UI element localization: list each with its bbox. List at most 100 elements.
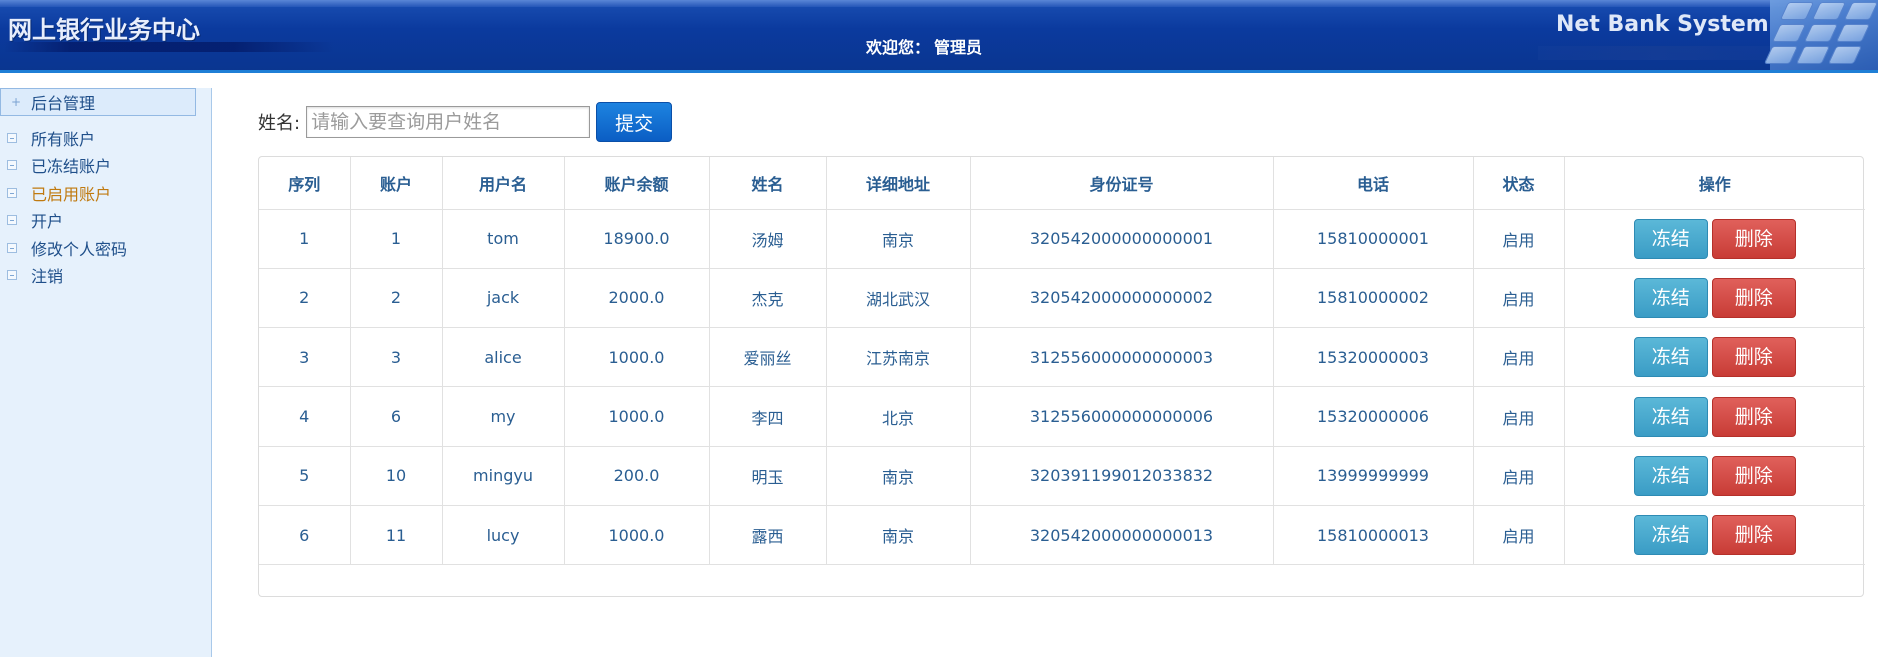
brand-name: Net Bank System xyxy=(1556,12,1769,37)
sidebar-section-title: 后台管理 xyxy=(31,94,96,113)
table-row: 1 1 tom 18900.0 汤姆 南京 320542000000000001… xyxy=(259,209,1865,269)
sidebar-item-enabled-accounts[interactable]: 已启用账户 xyxy=(0,179,212,207)
cell-username: lucy xyxy=(442,505,565,566)
cell-seq: 5 xyxy=(259,446,351,506)
freeze-button[interactable]: 冻结 xyxy=(1633,455,1708,496)
cell-id-number: 320542000000000013 xyxy=(970,505,1274,566)
cell-username: my xyxy=(442,386,565,447)
table-row: 3 3 alice 1000.0 爱丽丝 江苏南京 31255600000000… xyxy=(259,327,1865,388)
cell-status: 启用 xyxy=(1473,446,1565,506)
delete-button[interactable]: 删除 xyxy=(1711,218,1796,259)
cell-id-number: 320542000000000001 xyxy=(970,209,1274,269)
cell-account: 2 xyxy=(350,268,443,329)
cell-address: 南京 xyxy=(826,446,971,506)
cell-balance: 1000.0 xyxy=(564,327,710,388)
welcome-prefix: 欢迎您： xyxy=(866,38,931,57)
column-header-balance[interactable]: 账户余额 xyxy=(564,157,710,210)
sidebar-item-open-account[interactable]: 开户 xyxy=(0,207,212,235)
cell-status: 启用 xyxy=(1473,209,1565,269)
cell-name: 露西 xyxy=(709,505,827,566)
accounts-table: 序列 账户 用户名 账户余额 姓名 详细地址 身份证号 电话 状态 操作 1 1… xyxy=(259,157,1865,566)
freeze-button[interactable]: 冻结 xyxy=(1633,396,1708,437)
delete-button[interactable]: 删除 xyxy=(1711,515,1796,556)
app-title: 网上银行业务中心 xyxy=(8,15,200,44)
cell-seq: 3 xyxy=(259,327,351,388)
freeze-button[interactable]: 冻结 xyxy=(1633,218,1708,259)
cell-address: 北京 xyxy=(826,386,971,447)
sidebar-item-all-accounts[interactable]: 所有账户 xyxy=(0,124,212,152)
cell-balance: 1000.0 xyxy=(564,386,710,447)
sidebar-item-label: 已冻结账户 xyxy=(31,157,112,177)
cell-username: mingyu xyxy=(442,446,565,506)
cell-phone: 13999999999 xyxy=(1273,446,1474,506)
delete-button[interactable]: 删除 xyxy=(1711,455,1796,496)
cell-id-number: 312556000000000003 xyxy=(970,327,1274,388)
cell-username: tom xyxy=(442,209,565,269)
column-header-name[interactable]: 姓名 xyxy=(709,157,827,210)
delete-button[interactable]: 删除 xyxy=(1711,396,1796,437)
cell-actions: 冻结 删除 xyxy=(1564,268,1865,329)
column-header-status[interactable]: 状态 xyxy=(1473,157,1565,210)
cell-seq: 4 xyxy=(259,386,351,447)
freeze-button[interactable]: 冻结 xyxy=(1633,337,1708,378)
sidebar-section-header[interactable]: + 后台管理 xyxy=(0,88,196,116)
sidebar-item-frozen-accounts[interactable]: 已冻结账户 xyxy=(0,152,212,180)
cell-status: 启用 xyxy=(1473,327,1565,388)
collapse-box-icon xyxy=(7,132,17,143)
submit-button[interactable]: 提交 xyxy=(596,102,673,142)
cell-balance: 18900.0 xyxy=(564,209,710,269)
cell-phone: 15320000003 xyxy=(1273,327,1474,388)
cell-actions: 冻结 删除 xyxy=(1564,386,1865,447)
collapse-box-icon xyxy=(7,270,17,281)
column-header-account[interactable]: 账户 xyxy=(350,157,443,210)
freeze-button[interactable]: 冻结 xyxy=(1633,515,1708,556)
collapse-box-icon xyxy=(7,187,17,198)
table-row: 2 2 jack 2000.0 杰克 湖北武汉 3205420000000000… xyxy=(259,268,1865,329)
cell-balance: 2000.0 xyxy=(564,268,710,329)
welcome-user: 管理员 xyxy=(934,38,983,57)
cell-status: 启用 xyxy=(1473,505,1565,566)
collapse-box-icon xyxy=(7,215,17,226)
sidebar-item-logout[interactable]: 注销 xyxy=(0,262,212,290)
cell-name: 李四 xyxy=(709,386,827,447)
cell-address: 江苏南京 xyxy=(826,327,971,388)
plus-icon: + xyxy=(10,95,22,109)
cell-balance: 200.0 xyxy=(564,446,710,506)
column-header-seq[interactable]: 序列 xyxy=(259,157,351,210)
cell-phone: 15810000001 xyxy=(1273,209,1474,269)
column-header-address[interactable]: 详细地址 xyxy=(826,157,971,210)
cell-actions: 冻结 删除 xyxy=(1564,446,1865,506)
cell-id-number: 320542000000000002 xyxy=(970,268,1274,329)
freeze-button[interactable]: 冻结 xyxy=(1633,277,1708,318)
cell-balance: 1000.0 xyxy=(564,505,710,566)
sidebar-item-label: 已启用账户 xyxy=(31,184,112,204)
sidebar-top-gap xyxy=(0,73,212,88)
cell-id-number: 320391199012033832 xyxy=(970,446,1274,506)
cell-username: jack xyxy=(442,268,565,329)
delete-button[interactable]: 删除 xyxy=(1711,337,1796,378)
brand-underline xyxy=(1538,46,1778,60)
sidebar-item-change-password[interactable]: 修改个人密码 xyxy=(0,234,212,262)
cell-id-number: 312556000000000006 xyxy=(970,386,1274,447)
sidebar-item-label: 修改个人密码 xyxy=(31,239,128,259)
search-label: 姓名: xyxy=(258,113,301,134)
cell-account: 1 xyxy=(350,209,443,269)
cell-seq: 2 xyxy=(259,268,351,329)
table-row: 4 6 my 1000.0 李四 北京 312556000000000006 1… xyxy=(259,386,1865,447)
cell-name: 明玉 xyxy=(709,446,827,506)
cell-actions: 冻结 删除 xyxy=(1564,505,1865,566)
search-form: 姓名: 提交 xyxy=(258,102,673,142)
cell-account: 3 xyxy=(350,327,443,388)
collapse-box-icon xyxy=(7,242,17,253)
column-header-username[interactable]: 用户名 xyxy=(442,157,565,210)
cell-username: alice xyxy=(442,327,565,388)
name-search-input[interactable] xyxy=(306,106,591,138)
column-header-id-number[interactable]: 身份证号 xyxy=(970,157,1274,210)
header-sheen xyxy=(0,0,1878,7)
cell-name: 爱丽丝 xyxy=(709,327,827,388)
column-header-phone[interactable]: 电话 xyxy=(1273,157,1474,210)
delete-button[interactable]: 删除 xyxy=(1711,277,1796,318)
sidebar-item-label: 注销 xyxy=(31,267,64,287)
cell-address: 南京 xyxy=(826,505,971,566)
cell-status: 启用 xyxy=(1473,268,1565,329)
